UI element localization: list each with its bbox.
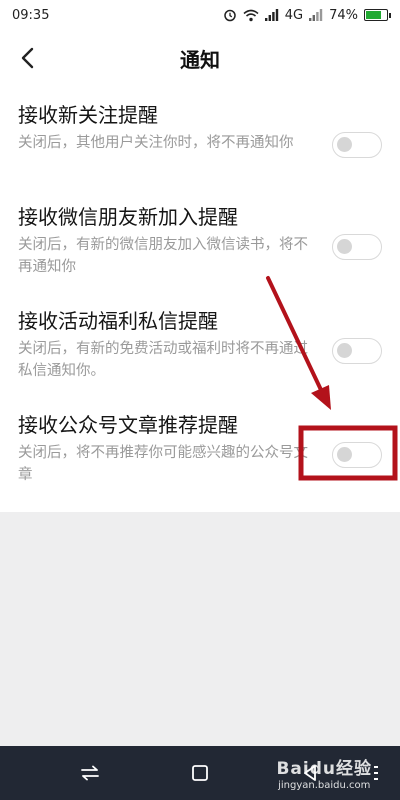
setting-title: 接收公众号文章推荐提醒 — [18, 413, 238, 437]
toggle-knob — [337, 239, 352, 254]
toggle-new-follow[interactable] — [332, 132, 382, 158]
setting-title: 接收新关注提醒 — [18, 103, 158, 127]
toggle-activity[interactable] — [332, 338, 382, 364]
page-title: 通知 — [180, 47, 220, 72]
battery-fill — [366, 11, 381, 19]
signal-icon-2 — [309, 9, 323, 21]
menu-icon — [374, 766, 378, 780]
alarm-icon — [223, 9, 236, 22]
watermark-sub: jingyan.baidu.com — [278, 780, 371, 791]
toggle-official-account[interactable] — [332, 442, 382, 468]
setting-title: 接收微信朋友新加入提醒 — [18, 205, 238, 229]
watermark-main: Baidu经验 — [276, 759, 372, 779]
toggle-wechat-friend[interactable] — [332, 234, 382, 260]
setting-row-activity: 接收活动福利私信提醒 关闭后，有新的免费活动或福利时将不再通过私信通知你。 — [0, 292, 400, 396]
status-icons: 4G 74% — [223, 7, 391, 23]
settings-list: 接收新关注提醒 关闭后，其他用户关注你时，将不再通知你 接收微信朋友新加入提醒 … — [0, 86, 400, 512]
chevron-left-icon — [21, 47, 34, 69]
battery-icon — [364, 9, 391, 21]
switch-app-button[interactable] — [76, 760, 104, 786]
signal-icon — [264, 9, 278, 21]
network-type: 4G — [284, 7, 304, 23]
toggle-knob — [337, 343, 352, 358]
setting-desc: 关闭后，有新的微信朋友加入微信读书，将不再通知你 — [18, 237, 308, 275]
home-square-icon — [192, 765, 208, 781]
toggle-knob — [337, 447, 352, 462]
setting-desc: 关闭后，将不再推荐你可能感兴趣的公众号文章 — [18, 445, 308, 483]
header: 通知 — [0, 30, 400, 86]
status-bar: 09:35 4G 74% — [0, 0, 400, 30]
battery-percent: 74% — [329, 7, 358, 23]
status-time: 09:35 — [12, 7, 50, 23]
watermark: Baidu经验 jingyan.baidu.com — [276, 754, 372, 791]
setting-row-new-follow: 接收新关注提醒 关闭后，其他用户关注你时，将不再通知你 — [0, 86, 400, 188]
setting-row-wechat-friend: 接收微信朋友新加入提醒 关闭后，有新的微信朋友加入微信读书，将不再通知你 — [0, 188, 400, 292]
switch-arrows-icon — [81, 765, 99, 781]
toggle-knob — [337, 137, 352, 152]
back-button[interactable] — [10, 40, 46, 76]
home-button[interactable] — [186, 760, 214, 786]
setting-title: 接收活动福利私信提醒 — [18, 309, 218, 333]
wifi-icon — [243, 9, 259, 21]
setting-row-official-account: 接收公众号文章推荐提醒 关闭后，将不再推荐你可能感兴趣的公众号文章 — [0, 396, 400, 500]
setting-desc: 关闭后，其他用户关注你时，将不再通知你 — [18, 135, 294, 151]
screen: 09:35 4G 74% 通知 接收新关注提醒 关闭后，其他用户关注你时，将不再… — [0, 0, 400, 800]
setting-desc: 关闭后，有新的免费活动或福利时将不再通过私信通知你。 — [18, 341, 308, 379]
